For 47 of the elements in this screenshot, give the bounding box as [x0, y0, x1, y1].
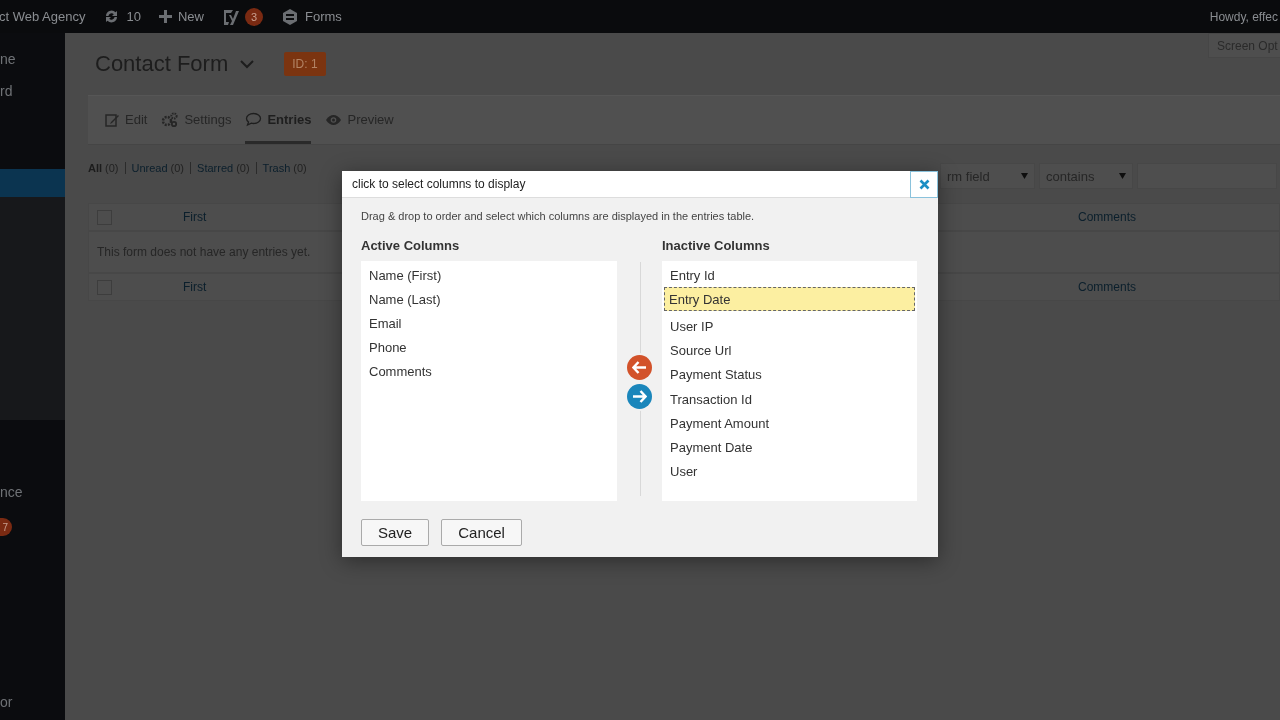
close-icon [918, 178, 930, 190]
dialog-description: Drag & drop to order and select which columns are displayed in the entries table. [361, 210, 756, 222]
menu-item[interactable]: ne [0, 45, 65, 77]
column-item[interactable]: Email [363, 311, 615, 336]
column-item[interactable]: Name (Last) [363, 287, 615, 312]
updates-count[interactable]: 10 [126, 9, 141, 24]
column-item[interactable]: Entry Id [664, 263, 915, 288]
form-icon[interactable] [280, 7, 299, 26]
column-item[interactable]: Entry Date [664, 287, 915, 312]
gears-icon [161, 111, 180, 128]
column-item[interactable]: User IP [664, 314, 915, 339]
move-right-button[interactable] [627, 383, 652, 409]
move-left-button[interactable] [627, 354, 652, 380]
column-item[interactable]: User [664, 459, 915, 484]
menu-item[interactable]: or [0, 688, 65, 720]
column-heading: Active Columns [361, 238, 461, 253]
save-button[interactable]: Save [361, 519, 430, 546]
speech-bubble-icon [245, 112, 263, 127]
caret-icon [1021, 173, 1028, 179]
column-item[interactable]: Phone [363, 335, 615, 360]
column-heading: Inactive Columns [662, 238, 771, 253]
caret-icon [1119, 173, 1126, 179]
column-item[interactable]: Comments [363, 359, 615, 384]
count-badge: 7 [0, 518, 12, 537]
forms-link[interactable]: Forms [304, 9, 342, 24]
cancel-button[interactable]: Cancel [441, 519, 522, 546]
notification-badge: 3 [244, 7, 263, 26]
column-item[interactable]: Source Url [664, 338, 915, 363]
dialog-title: click to select columns to display [352, 177, 526, 191]
plus-icon[interactable] [158, 10, 172, 23]
greeting-link[interactable]: Howdy, effec [1209, 9, 1278, 24]
close-button[interactable] [910, 170, 938, 198]
y-logo-icon[interactable] [221, 7, 239, 26]
column-item[interactable]: Payment Status [664, 362, 915, 387]
arrow-left-icon [632, 360, 647, 374]
new-link[interactable]: New [177, 9, 204, 24]
column-item[interactable]: Payment Date [664, 435, 915, 460]
edit-icon [105, 112, 120, 127]
site-name-link[interactable]: ct Web Agency [0, 9, 86, 24]
column-item[interactable]: Payment Amount [664, 411, 915, 436]
column-item[interactable]: Transaction Id [664, 386, 915, 412]
arrow-right-icon [632, 389, 647, 403]
menu-item[interactable]: nce [0, 478, 65, 511]
id-badge: ID: 1 [284, 52, 326, 76]
eye-icon [325, 113, 343, 126]
column-item[interactable]: Name (First) [363, 263, 615, 288]
menu-item[interactable]: rd [0, 76, 65, 109]
